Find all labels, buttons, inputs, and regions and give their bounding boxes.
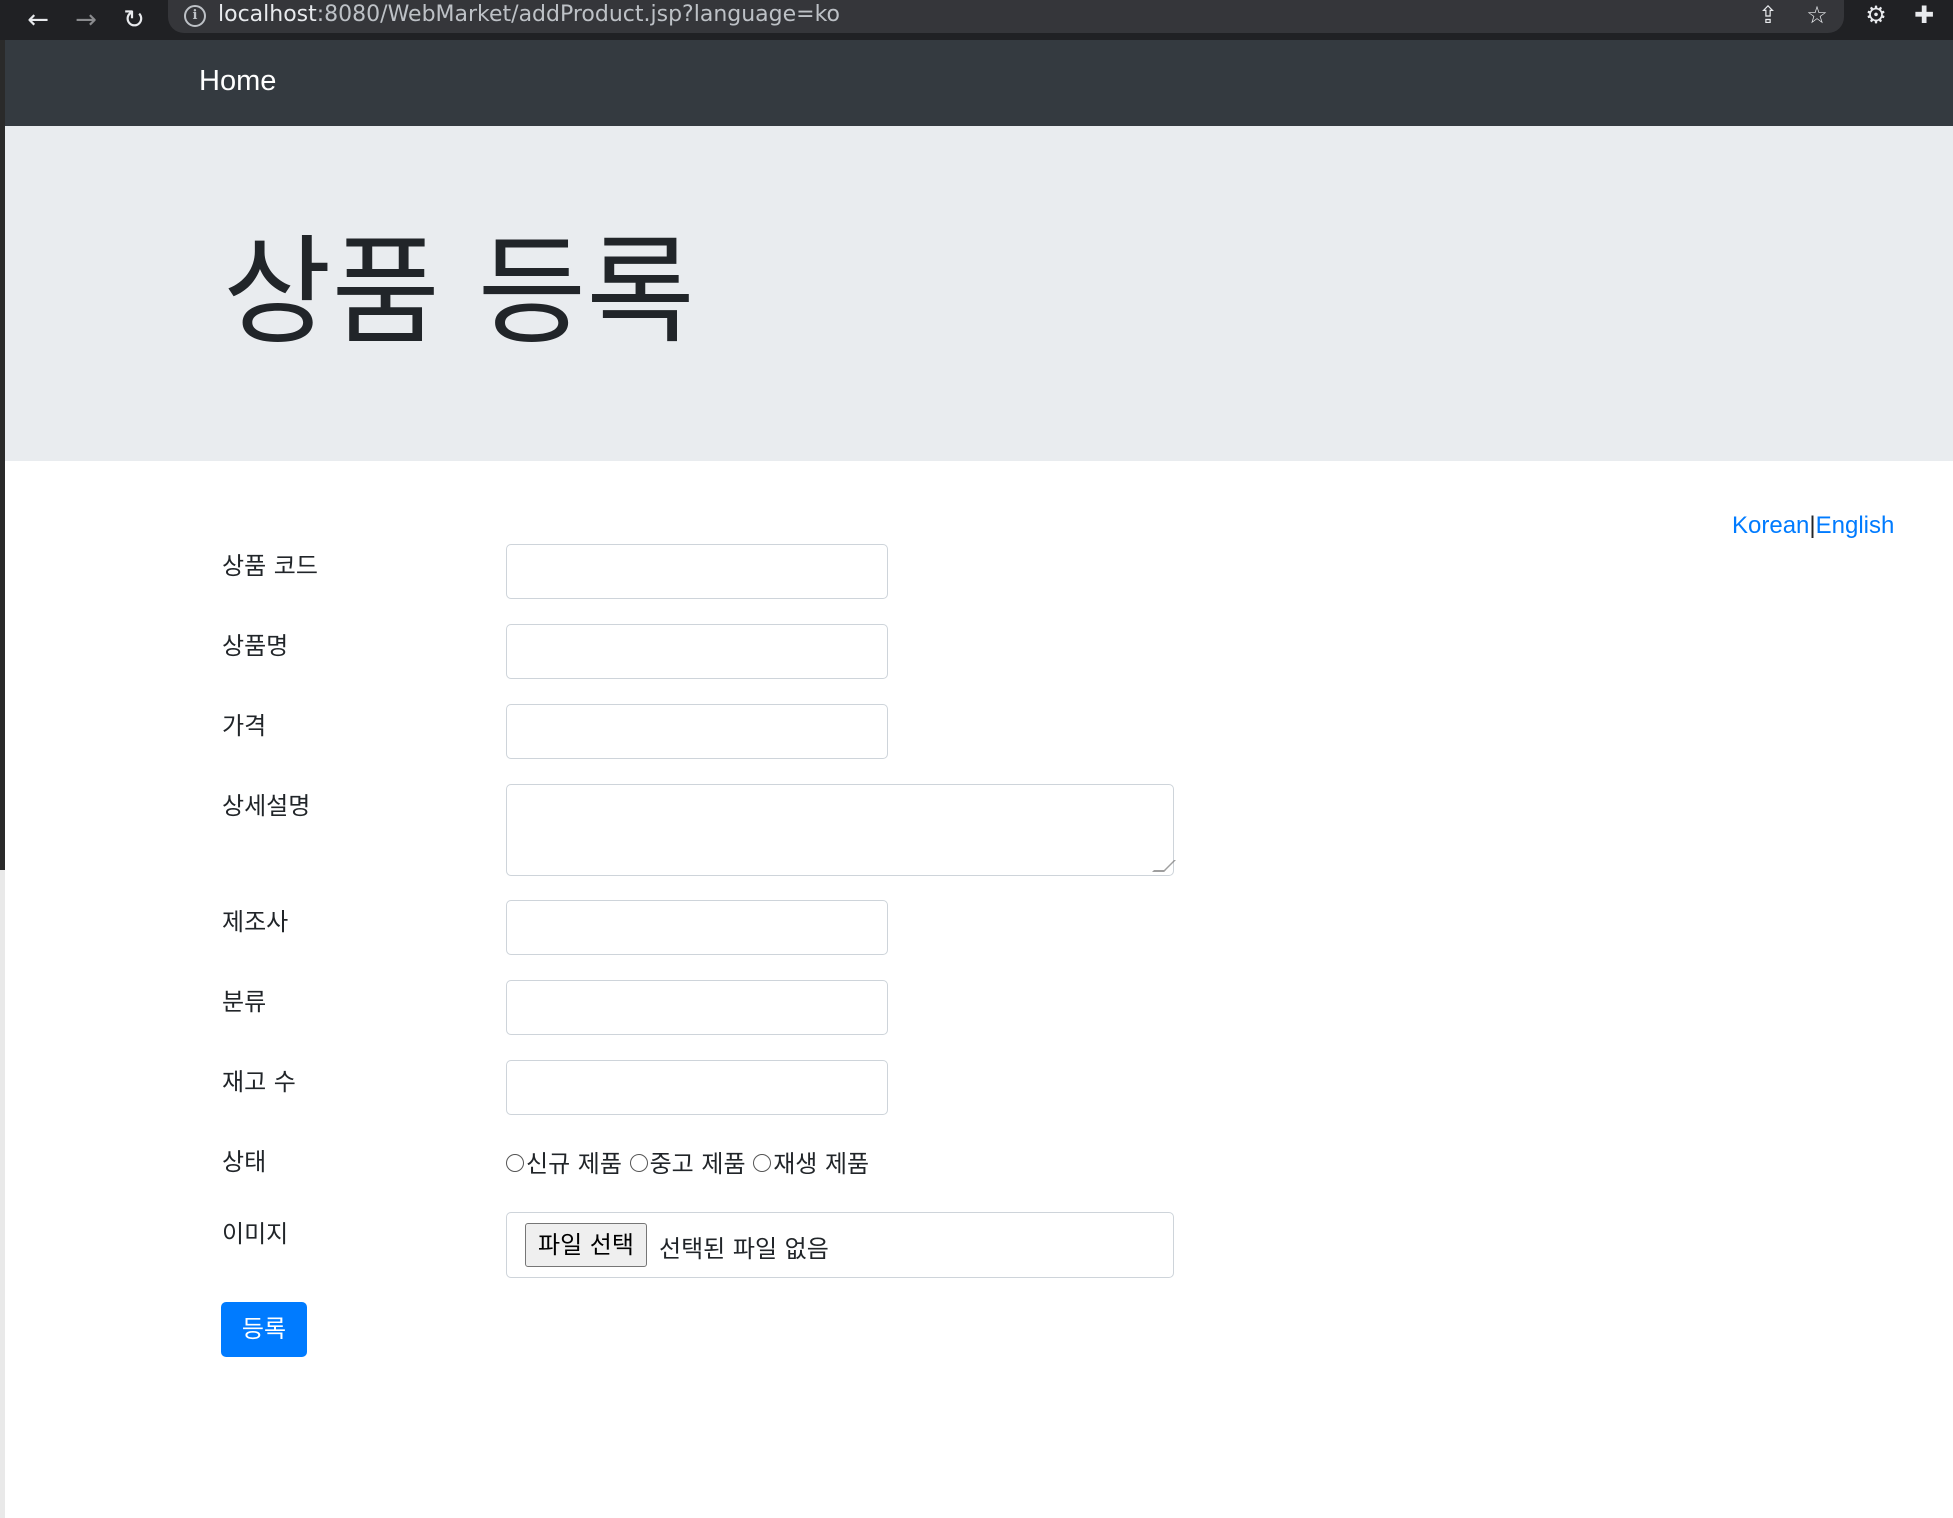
url-path: :8080/WebMarket/addProduct.jsp?language=… bbox=[316, 2, 841, 27]
price-label: 가격 bbox=[222, 712, 267, 740]
manufacturer-input[interactable] bbox=[506, 900, 888, 955]
page-title: 상품 등록 bbox=[223, 223, 695, 361]
star-icon[interactable]: ☆ bbox=[1800, 0, 1834, 30]
korean-link[interactable]: Korean bbox=[1732, 512, 1809, 539]
url-text[interactable]: localhost:8080/WebMarket/addProduct.jsp?… bbox=[218, 2, 840, 27]
navbar: Home bbox=[5, 40, 1953, 126]
forward-arrow-icon[interactable]: → bbox=[66, 0, 106, 40]
resize-grip-icon[interactable] bbox=[1152, 860, 1176, 872]
settings-extension-icon[interactable]: ⚙ bbox=[1858, 0, 1894, 30]
condition-used-radio[interactable] bbox=[629, 1154, 648, 1172]
product-name-label: 상품명 bbox=[222, 632, 289, 660]
home-link[interactable]: Home bbox=[199, 65, 276, 98]
condition-refurbished-radio[interactable] bbox=[753, 1154, 772, 1172]
window-edge-lower bbox=[0, 870, 5, 1518]
description-textarea[interactable] bbox=[506, 784, 1176, 876]
browser-toolbar: ← → ↻ i localhost:8080/WebMarket/addProd… bbox=[0, 0, 1953, 40]
file-status-text: 선택된 파일 없음 bbox=[659, 1235, 829, 1263]
share-icon[interactable]: ⇪ bbox=[1751, 0, 1785, 30]
back-arrow-icon[interactable]: ← bbox=[18, 0, 58, 40]
puzzle-icon[interactable]: ✚ bbox=[1906, 0, 1942, 30]
english-link[interactable]: English bbox=[1816, 512, 1895, 539]
url-host: localhost bbox=[218, 2, 317, 27]
stock-input[interactable] bbox=[506, 1060, 888, 1115]
condition-label: 상태 bbox=[222, 1148, 267, 1176]
image-file-input[interactable]: 파일 선택 선택된 파일 없음 bbox=[506, 1212, 1174, 1278]
choose-file-button[interactable]: 파일 선택 bbox=[525, 1223, 647, 1267]
info-icon[interactable]: i bbox=[184, 5, 206, 27]
condition-used-label[interactable]: 중고 제품 bbox=[650, 1150, 746, 1178]
price-input[interactable] bbox=[506, 704, 888, 759]
language-switch: Korean|English bbox=[1732, 512, 1894, 540]
category-input[interactable] bbox=[506, 980, 888, 1035]
address-bar[interactable]: i localhost:8080/WebMarket/addProduct.js… bbox=[168, 0, 1844, 33]
condition-new-label[interactable]: 신규 제품 bbox=[526, 1150, 622, 1178]
image-label: 이미지 bbox=[222, 1220, 289, 1248]
condition-radio-group: 신규 제품 중고 제품 재생 제품 bbox=[506, 1144, 869, 1179]
product-code-label: 상품 코드 bbox=[222, 552, 318, 580]
condition-refurbished-label[interactable]: 재생 제품 bbox=[773, 1150, 869, 1178]
submit-button[interactable]: 등록 bbox=[221, 1302, 307, 1357]
product-code-input[interactable] bbox=[506, 544, 888, 599]
product-name-input[interactable] bbox=[506, 624, 888, 679]
condition-new-radio[interactable] bbox=[506, 1154, 524, 1172]
stock-label: 재고 수 bbox=[222, 1068, 296, 1096]
manufacturer-label: 제조사 bbox=[222, 908, 289, 936]
category-label: 분류 bbox=[222, 988, 267, 1016]
reload-icon[interactable]: ↻ bbox=[114, 0, 154, 40]
jumbotron: 상품 등록 bbox=[5, 126, 1953, 461]
description-label: 상세설명 bbox=[222, 792, 311, 820]
